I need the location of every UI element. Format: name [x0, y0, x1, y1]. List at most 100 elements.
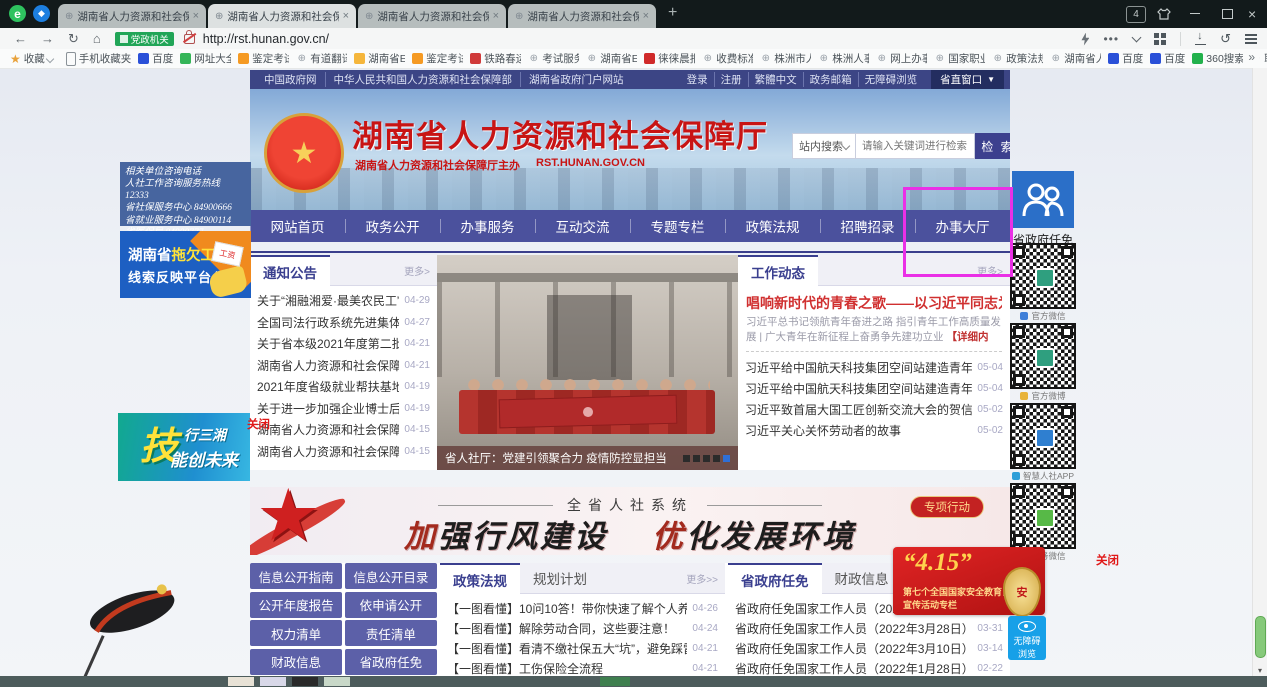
appointment-item[interactable]: 省政府任免国家工作人员（2022年3月10日） 03-14 [735, 638, 1003, 658]
user-link[interactable]: 无障碍浏览 [858, 72, 924, 87]
security-banner-close-link[interactable]: 关闭 [1096, 552, 1119, 568]
apps-grid-icon[interactable] [1154, 33, 1166, 45]
bookmark-item[interactable]: ⊕ 收费标准 [702, 51, 753, 66]
browser-logo-icon[interactable]: e [9, 5, 26, 22]
refresh-icon[interactable]: ↻ [68, 31, 79, 47]
notice-item[interactable]: 2021年度省级就业帮扶基地评选… 04-19 [257, 376, 430, 398]
bookmark-item[interactable]: ⊕ 株洲人事 [818, 51, 869, 66]
nav-item[interactable]: 政务公开 [345, 210, 440, 242]
quick-link-button[interactable]: 权力清单 [250, 620, 342, 646]
bookmark-item[interactable]: ⊕ 国家职业 [934, 51, 985, 66]
bookmark-item[interactable]: 百度 [138, 51, 173, 66]
nav-item[interactable]: 招聘招录 [820, 210, 915, 242]
carousel-dot[interactable] [713, 455, 720, 462]
carousel-dot[interactable] [723, 455, 730, 462]
bookmark-item[interactable]: 徕徕晨报 [644, 51, 695, 66]
bookmark-item[interactable]: ⊕ 湖南省E [586, 51, 637, 66]
browser-tab[interactable]: ⊕ 湖南省人力资源和社会保障厅 × [58, 4, 206, 28]
browser-tab[interactable]: ⊕ 湖南省人力资源和社会保障厅 × [508, 4, 656, 28]
close-button[interactable]: × [1248, 6, 1256, 22]
taskbar-preview[interactable] [600, 677, 630, 686]
browser-tab[interactable]: ⊕ 湖南省人力资源和社会保障厅 × [358, 4, 506, 28]
news-item[interactable]: 习近平致首届大国工匠创新交流大会的贺信 05-02 [745, 399, 1003, 420]
bookmarks-overflow-icon[interactable]: » [1244, 50, 1259, 64]
quick-link-button[interactable]: 省政府任免 [345, 649, 437, 675]
appointment-item[interactable]: 省政府任免国家工作人员（2022年1月28日） 02-22 [735, 658, 1003, 678]
security-education-banner[interactable]: “4.15” 第七个全国国家安全教育日 宣传活动专栏 安 [893, 547, 1045, 615]
tab-close-icon[interactable]: × [343, 10, 349, 22]
nav-item[interactable]: 网站首页 [250, 210, 345, 242]
carousel-dot[interactable] [683, 455, 690, 462]
campaign-banner[interactable]: ★ 全省人社系统 加强行风建设优化发展环境 专项行动 [250, 487, 1010, 555]
bookmark-item[interactable]: ⊕ 株洲市人 [760, 51, 811, 66]
menu-icon[interactable] [1245, 34, 1257, 44]
window-select-dropdown[interactable]: 省直窗口 ▼ [931, 70, 1004, 89]
bookmark-item[interactable]: 百度 [1150, 51, 1185, 66]
favorites-menu[interactable]: ★ 收藏 [10, 51, 59, 66]
quick-link-button[interactable]: 公开年度报告 [250, 592, 342, 618]
chevron-down-icon[interactable] [1132, 33, 1142, 43]
nav-item[interactable]: 办事服务 [440, 210, 535, 242]
back-icon[interactable]: ← [14, 31, 27, 46]
bookmark-item[interactable]: ⊕ 网上办事 [876, 51, 927, 66]
bookmark-item[interactable]: ⊕ 有道翻译 [296, 51, 347, 66]
accessibility-button[interactable]: 无障碍 浏览 [1008, 616, 1046, 660]
downloads-icon[interactable] [1195, 33, 1206, 45]
nav-item[interactable]: 互动交流 [535, 210, 630, 242]
bookmark-item[interactable]: ⊕ 政策法规 [992, 51, 1043, 66]
notice-item[interactable]: 关于省本级2021年度第二批失业… 04-21 [257, 333, 430, 355]
bookmark-item[interactable]: 网址大全 [180, 51, 231, 66]
tech-banner-close-link[interactable]: 关闭 [247, 416, 270, 432]
bookmark-item[interactable]: 360搜索 [1192, 51, 1243, 66]
photo-carousel[interactable]: 省人社厅：党建引领聚合力 疫情防控显担当 [437, 255, 738, 470]
notice-item[interactable]: 关于进一步加强企业博士后创新… 04-19 [257, 398, 430, 420]
browser-tab-active[interactable]: ⊕ 湖南省人力资源和社会保障厅 × [208, 4, 356, 28]
home-icon[interactable]: ⌂ [93, 31, 101, 46]
quick-link-button[interactable]: 信息公开指南 [250, 563, 342, 589]
restore-tab-icon[interactable]: ↺ [1220, 31, 1231, 47]
tab-close-icon[interactable]: × [193, 10, 199, 22]
notices-more-link[interactable]: 更多> [404, 263, 437, 278]
user-link[interactable]: 繁體中文 [748, 72, 803, 87]
tab-policy[interactable]: 政策法规 [440, 563, 520, 594]
nav-item[interactable]: 专题专栏 [630, 210, 725, 242]
bookmark-item[interactable]: 鉴定考试 [412, 51, 463, 66]
scrollbar-thumb[interactable] [1255, 616, 1266, 658]
policy-item[interactable]: 【一图看懂】解除劳动合同，这些要注意！ 04-24 [447, 618, 718, 638]
tab-close-icon[interactable]: × [493, 10, 499, 22]
forward-icon[interactable]: → [41, 31, 54, 46]
bookmark-item[interactable]: 湖南省E [354, 51, 405, 66]
mobile-favorites[interactable]: 手机收藏夹 [66, 51, 132, 66]
policy-item[interactable]: 【一图看懂】看清不缴社保五大“坑”，避免踩雷！ 04-21 [447, 638, 718, 658]
gov-link[interactable]: 中华人民共和国人力资源和社会保障部 [325, 72, 521, 87]
quick-link-button[interactable]: 依申请公开 [345, 592, 437, 618]
tab-close-icon[interactable]: × [643, 10, 649, 22]
taskbar-preview[interactable] [292, 677, 318, 686]
user-link[interactable]: 注册 [714, 72, 748, 87]
taskbar-preview[interactable] [260, 677, 286, 686]
notice-item[interactable]: 湖南省人力资源和社会保障厅20… 04-15 [257, 419, 430, 441]
search-button[interactable]: 检 索 [975, 133, 1010, 159]
speed-mode-icon[interactable] [1081, 33, 1089, 46]
skin-theme-icon[interactable] [1156, 6, 1172, 21]
new-tab-button[interactable]: + [668, 4, 677, 22]
notice-item[interactable]: 湖南省人力资源和社会保障厅等… 04-15 [257, 441, 430, 463]
quick-link-button[interactable]: 信息公开目录 [345, 563, 437, 589]
tab-appointments[interactable]: 省政府任免 [728, 563, 822, 594]
tab-planning[interactable]: 规划计划 [520, 563, 600, 593]
search-input[interactable] [856, 133, 975, 159]
carousel-dot[interactable] [703, 455, 710, 462]
gov-appointments-icon-box[interactable] [1012, 171, 1074, 228]
notice-item[interactable]: 全国司法行政系统先进集体、先… 04-27 [257, 312, 430, 334]
bookmark-item[interactable]: ⊕ 考试服务 [528, 51, 579, 66]
minimize-button[interactable] [1188, 6, 1202, 21]
carousel-dot[interactable] [693, 455, 700, 462]
windows-taskbar[interactable] [0, 676, 1267, 687]
gov-link[interactable]: 湖南省政府门户网站 [520, 72, 632, 87]
appointment-item[interactable]: 省政府任免国家工作人员（2022年3月28日） 03-31 [735, 618, 1003, 638]
quick-link-button[interactable]: 财政信息 [250, 649, 342, 675]
quick-link-button[interactable]: 责任清单 [345, 620, 437, 646]
policy-more-link[interactable]: 更多>> [686, 571, 725, 586]
featured-headline[interactable]: 唱响新时代的青春之歌——以习近平同志为… [746, 293, 1002, 313]
insecure-lock-icon[interactable] [184, 34, 195, 44]
